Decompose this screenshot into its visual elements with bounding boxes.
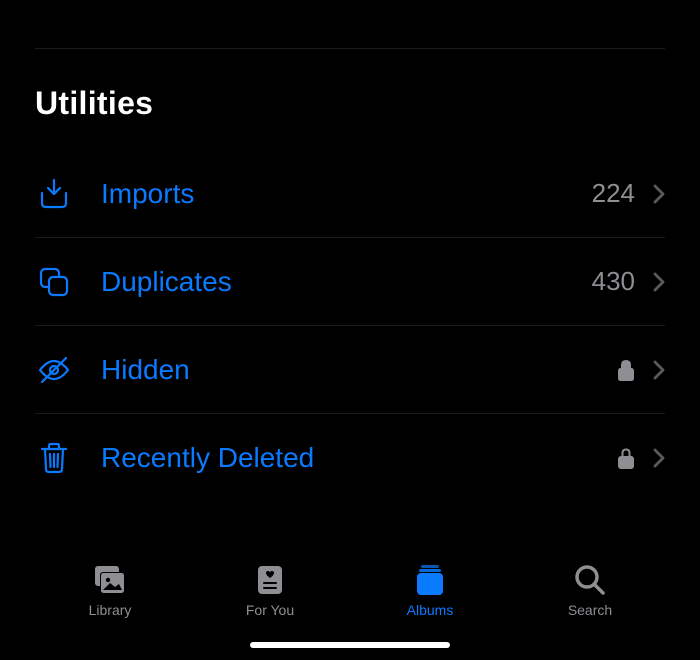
list-item-recently-deleted[interactable]: Recently Deleted <box>35 414 665 502</box>
trash-icon <box>35 439 73 477</box>
lock-icon <box>617 359 635 381</box>
chevron-right-icon <box>653 272 665 292</box>
list-item-label: Duplicates <box>101 266 592 298</box>
utilities-section: Utilities Imports 224 <box>0 0 700 502</box>
tab-albums[interactable]: Albums <box>390 562 470 618</box>
list-item-imports[interactable]: Imports 224 <box>35 150 665 238</box>
list-item-label: Imports <box>101 178 592 210</box>
list-item-label: Hidden <box>101 354 617 386</box>
search-icon <box>572 562 608 598</box>
section-title: Utilities <box>35 85 665 122</box>
for-you-icon <box>252 562 288 598</box>
tab-library[interactable]: Library <box>70 562 150 618</box>
import-icon <box>35 175 73 213</box>
list-item-count: 430 <box>592 266 635 297</box>
chevron-right-icon <box>653 184 665 204</box>
list-item-hidden[interactable]: Hidden <box>35 326 665 414</box>
duplicates-icon <box>35 263 73 301</box>
tab-for-you[interactable]: For You <box>230 562 310 618</box>
hidden-icon <box>35 351 73 389</box>
chevron-right-icon <box>653 448 665 468</box>
lock-icon <box>617 447 635 469</box>
section-divider <box>35 48 665 49</box>
tab-label: For You <box>246 602 294 618</box>
tab-label: Albums <box>407 602 454 618</box>
library-icon <box>92 562 128 598</box>
home-indicator[interactable] <box>250 642 450 648</box>
tab-label: Library <box>89 602 132 618</box>
list-item-count: 224 <box>592 178 635 209</box>
list-item-label: Recently Deleted <box>101 442 617 474</box>
albums-icon <box>412 562 448 598</box>
list-item-duplicates[interactable]: Duplicates 430 <box>35 238 665 326</box>
tab-search[interactable]: Search <box>550 562 630 618</box>
chevron-right-icon <box>653 360 665 380</box>
tab-label: Search <box>568 602 612 618</box>
